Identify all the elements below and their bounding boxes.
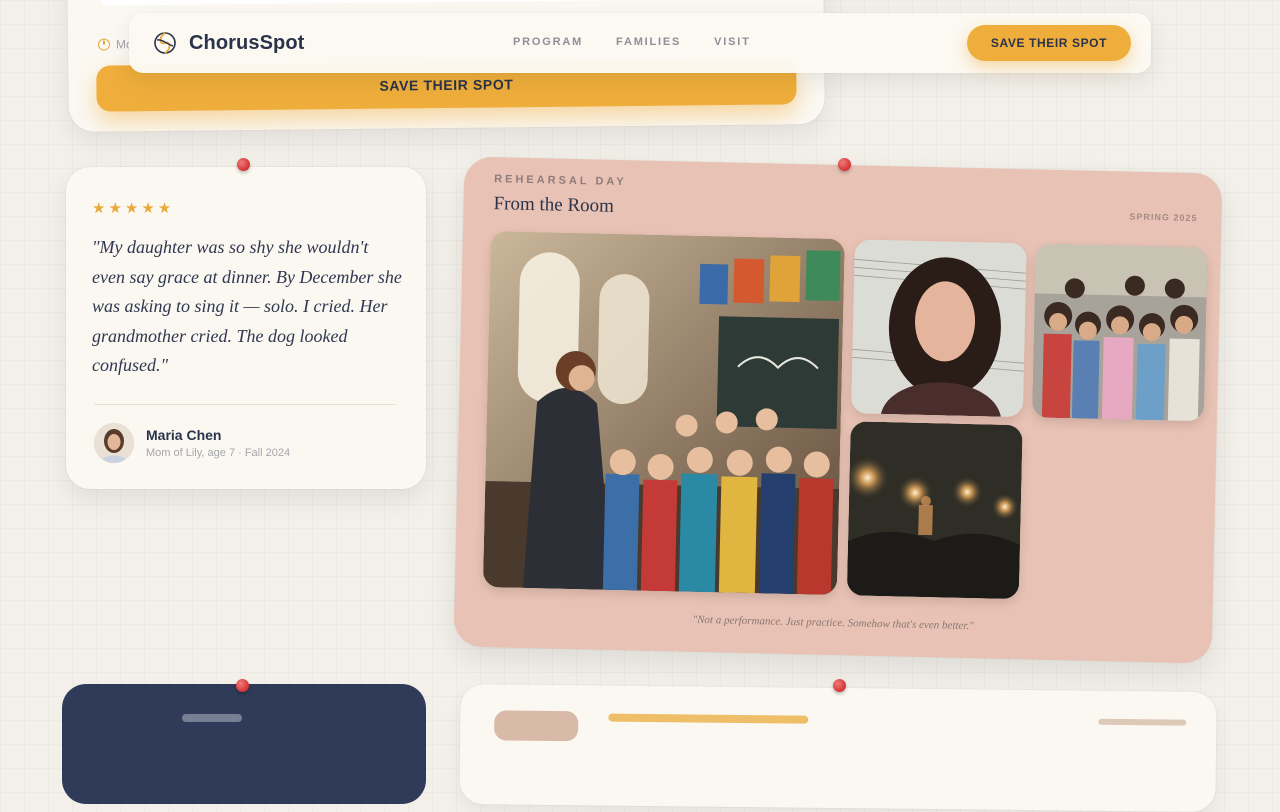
director-photo [494, 710, 579, 742]
gallery-card: REHEARSAL DAY From the Room SPRING 2025 [453, 156, 1223, 664]
testimonial-quote: "My daughter was so shy she wouldn't eve… [92, 237, 402, 375]
author-name: Maria Chen [146, 427, 222, 443]
choir-director-card [459, 684, 1217, 812]
singer-portrait-image [850, 239, 1027, 418]
gallery-title: From the Room [493, 193, 615, 217]
form-field[interactable] [101, 0, 802, 6]
gallery-caption: "Not a performance. Just practice. Someh… [692, 613, 974, 633]
pin [838, 158, 851, 171]
author-detail: Mom of Lily, age 7 · Fall 2024 [146, 447, 291, 459]
pin [237, 158, 250, 171]
swirl-logo-icon [154, 32, 176, 54]
gallery-season: SPRING 2025 [1129, 211, 1198, 224]
session-meta: Mo [97, 37, 133, 51]
info-card [62, 684, 426, 804]
card-heading-peek [608, 713, 809, 724]
brand-name: ChorusSpot [189, 31, 305, 54]
concert-stage-image [846, 421, 1023, 600]
nav-link-visit[interactable]: VISIT [714, 36, 751, 48]
avatar [94, 423, 134, 463]
testimonial-card: ★★★★★ "My daughter was so shy she wouldn… [66, 167, 426, 489]
singer-portrait-photo[interactable] [850, 239, 1027, 418]
children-group-image [1031, 243, 1208, 422]
card-heading-peek [182, 714, 242, 722]
pin [236, 679, 249, 692]
nav-save-spot-button[interactable]: SAVE THEIR SPOT [967, 25, 1131, 61]
gallery-eyebrow: REHEARSAL DAY [494, 173, 627, 189]
pin [833, 679, 846, 692]
clock-icon [97, 38, 111, 51]
choir-rehearsal-photo[interactable] [482, 231, 845, 596]
concert-stage-photo[interactable] [846, 421, 1023, 600]
nav-links: PROGRAM FAMILIES VISIT [513, 36, 751, 48]
brand[interactable]: ChorusSpot [153, 31, 304, 55]
nav-link-families[interactable]: FAMILIES [616, 36, 681, 48]
children-group-photo[interactable] [1031, 243, 1208, 422]
divider [94, 404, 396, 405]
testimonial-author: Maria Chen Mom of Lily, age 7 · Fall 202… [94, 423, 290, 463]
choir-rehearsal-image [482, 231, 845, 596]
nav-bar: ChorusSpot PROGRAM FAMILIES VISIT SAVE T… [129, 13, 1151, 73]
nav-link-program[interactable]: PROGRAM [513, 36, 583, 48]
star-rating: ★★★★★ [92, 200, 175, 217]
